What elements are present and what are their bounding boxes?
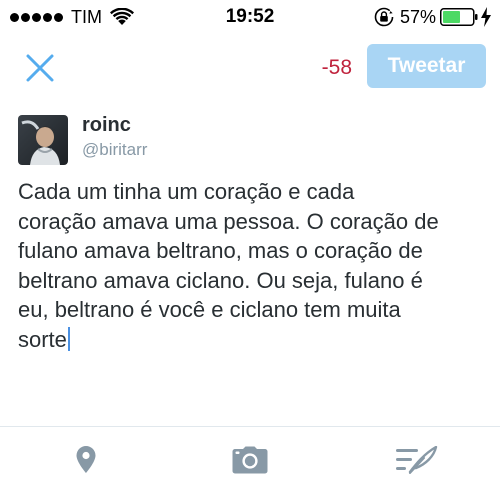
close-button[interactable] bbox=[24, 52, 56, 84]
display-name: roinc bbox=[82, 114, 131, 136]
battery-percent: 57% bbox=[399, 7, 436, 27]
tweet-text-input[interactable]: Cada um tinha um coração e cada coração … bbox=[18, 177, 488, 355]
add-location-button[interactable] bbox=[64, 440, 108, 480]
add-photo-button[interactable] bbox=[228, 440, 272, 480]
avatar[interactable] bbox=[18, 115, 68, 165]
tweet-text-content: Cada um tinha um coração e cada coração … bbox=[18, 179, 439, 352]
drafts-icon bbox=[396, 446, 438, 474]
battery-icon bbox=[440, 8, 478, 26]
username: @biritarr bbox=[82, 140, 148, 159]
toolbar-divider bbox=[0, 426, 500, 427]
character-counter: -58 bbox=[321, 56, 352, 79]
orientation-lock-icon bbox=[374, 7, 394, 27]
avatar-photo bbox=[18, 115, 68, 165]
close-icon bbox=[26, 54, 54, 82]
drafts-button[interactable] bbox=[392, 440, 440, 480]
tweet-button[interactable]: Tweetar bbox=[367, 44, 486, 88]
camera-icon bbox=[232, 446, 268, 474]
charging-bolt-icon bbox=[481, 7, 491, 27]
location-pin-icon bbox=[76, 446, 96, 473]
text-cursor bbox=[67, 326, 70, 351]
status-right: 57% bbox=[374, 6, 492, 28]
status-bar: TIM 19:52 57% bbox=[0, 0, 500, 34]
